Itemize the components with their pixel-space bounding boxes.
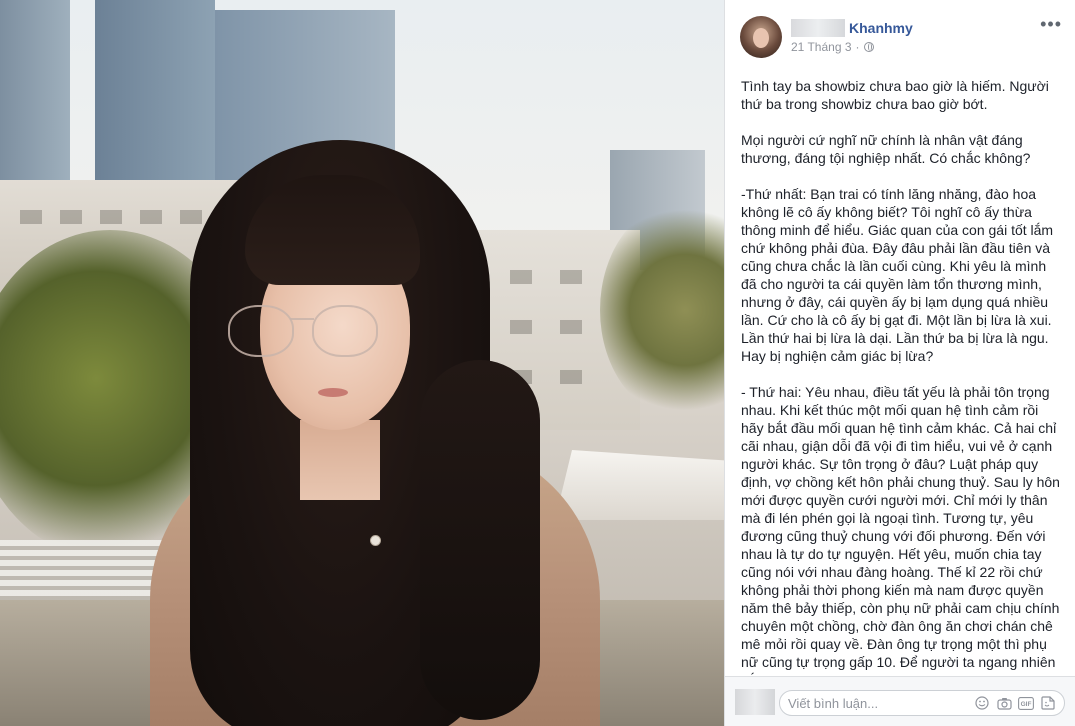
gif-label: GIF [1021, 701, 1032, 708]
window [60, 210, 82, 224]
window [510, 270, 532, 284]
author-name-row: Khanhmy [791, 18, 913, 38]
commenter-avatar [735, 689, 775, 715]
post-photo[interactable] [0, 0, 724, 726]
sticker-icon[interactable] [1040, 695, 1056, 711]
comment-icons: GIF [974, 695, 1056, 711]
post-meta: 21 Tháng 3 · [791, 40, 874, 54]
person-neck [300, 420, 380, 500]
comment-placeholder: Viết bình luận... [788, 696, 879, 711]
glasses-lens [228, 305, 294, 357]
post-paragraph: Tình tay ba showbiz chưa bao giờ là hiếm… [741, 78, 1049, 112]
background-awning [555, 450, 724, 520]
gif-icon[interactable]: GIF [1018, 695, 1034, 711]
camera-icon[interactable] [996, 695, 1012, 711]
avatar-face [753, 28, 769, 48]
emoji-icon[interactable] [974, 695, 990, 711]
more-options-icon[interactable]: ••• [1040, 15, 1062, 33]
post-paragraph: Mọi người cứ nghĩ nữ chính là nhân vật đ… [741, 132, 1031, 166]
window [100, 210, 122, 224]
comment-bar: Viết bình luận... GIF [725, 676, 1075, 726]
post-date[interactable]: 21 Tháng 3 [791, 40, 852, 54]
window [180, 210, 202, 224]
window [510, 320, 532, 334]
glasses-lens [312, 305, 378, 357]
person-hair-strands [420, 360, 540, 720]
window [140, 210, 162, 224]
meta-separator: · [855, 40, 860, 54]
post-paragraph: - Thứ hai: Yêu nhau, điều tất yếu là phả… [741, 384, 1060, 675]
window [560, 370, 582, 384]
comment-input[interactable]: Viết bình luận... GIF [779, 690, 1065, 716]
post-header: Khanhmy 21 Tháng 3 · ••• [725, 0, 1075, 68]
redacted-name [791, 19, 845, 37]
post-panel: Khanhmy 21 Tháng 3 · ••• Tình tay ba sho… [724, 0, 1075, 726]
necklace-pendant [370, 535, 381, 546]
person-lips [318, 388, 348, 397]
author-name[interactable]: Khanhmy [849, 20, 913, 36]
glasses-bridge [290, 318, 314, 320]
author-avatar[interactable] [740, 16, 782, 58]
post-paragraph: -Thứ nhất: Bạn trai có tính lăng nhăng, … [741, 186, 1054, 364]
window [20, 210, 42, 224]
window [560, 270, 582, 284]
globe-icon[interactable] [863, 42, 874, 52]
post-body: Tình tay ba showbiz chưa bao giờ là hiếm… [741, 77, 1063, 675]
window [560, 320, 582, 334]
